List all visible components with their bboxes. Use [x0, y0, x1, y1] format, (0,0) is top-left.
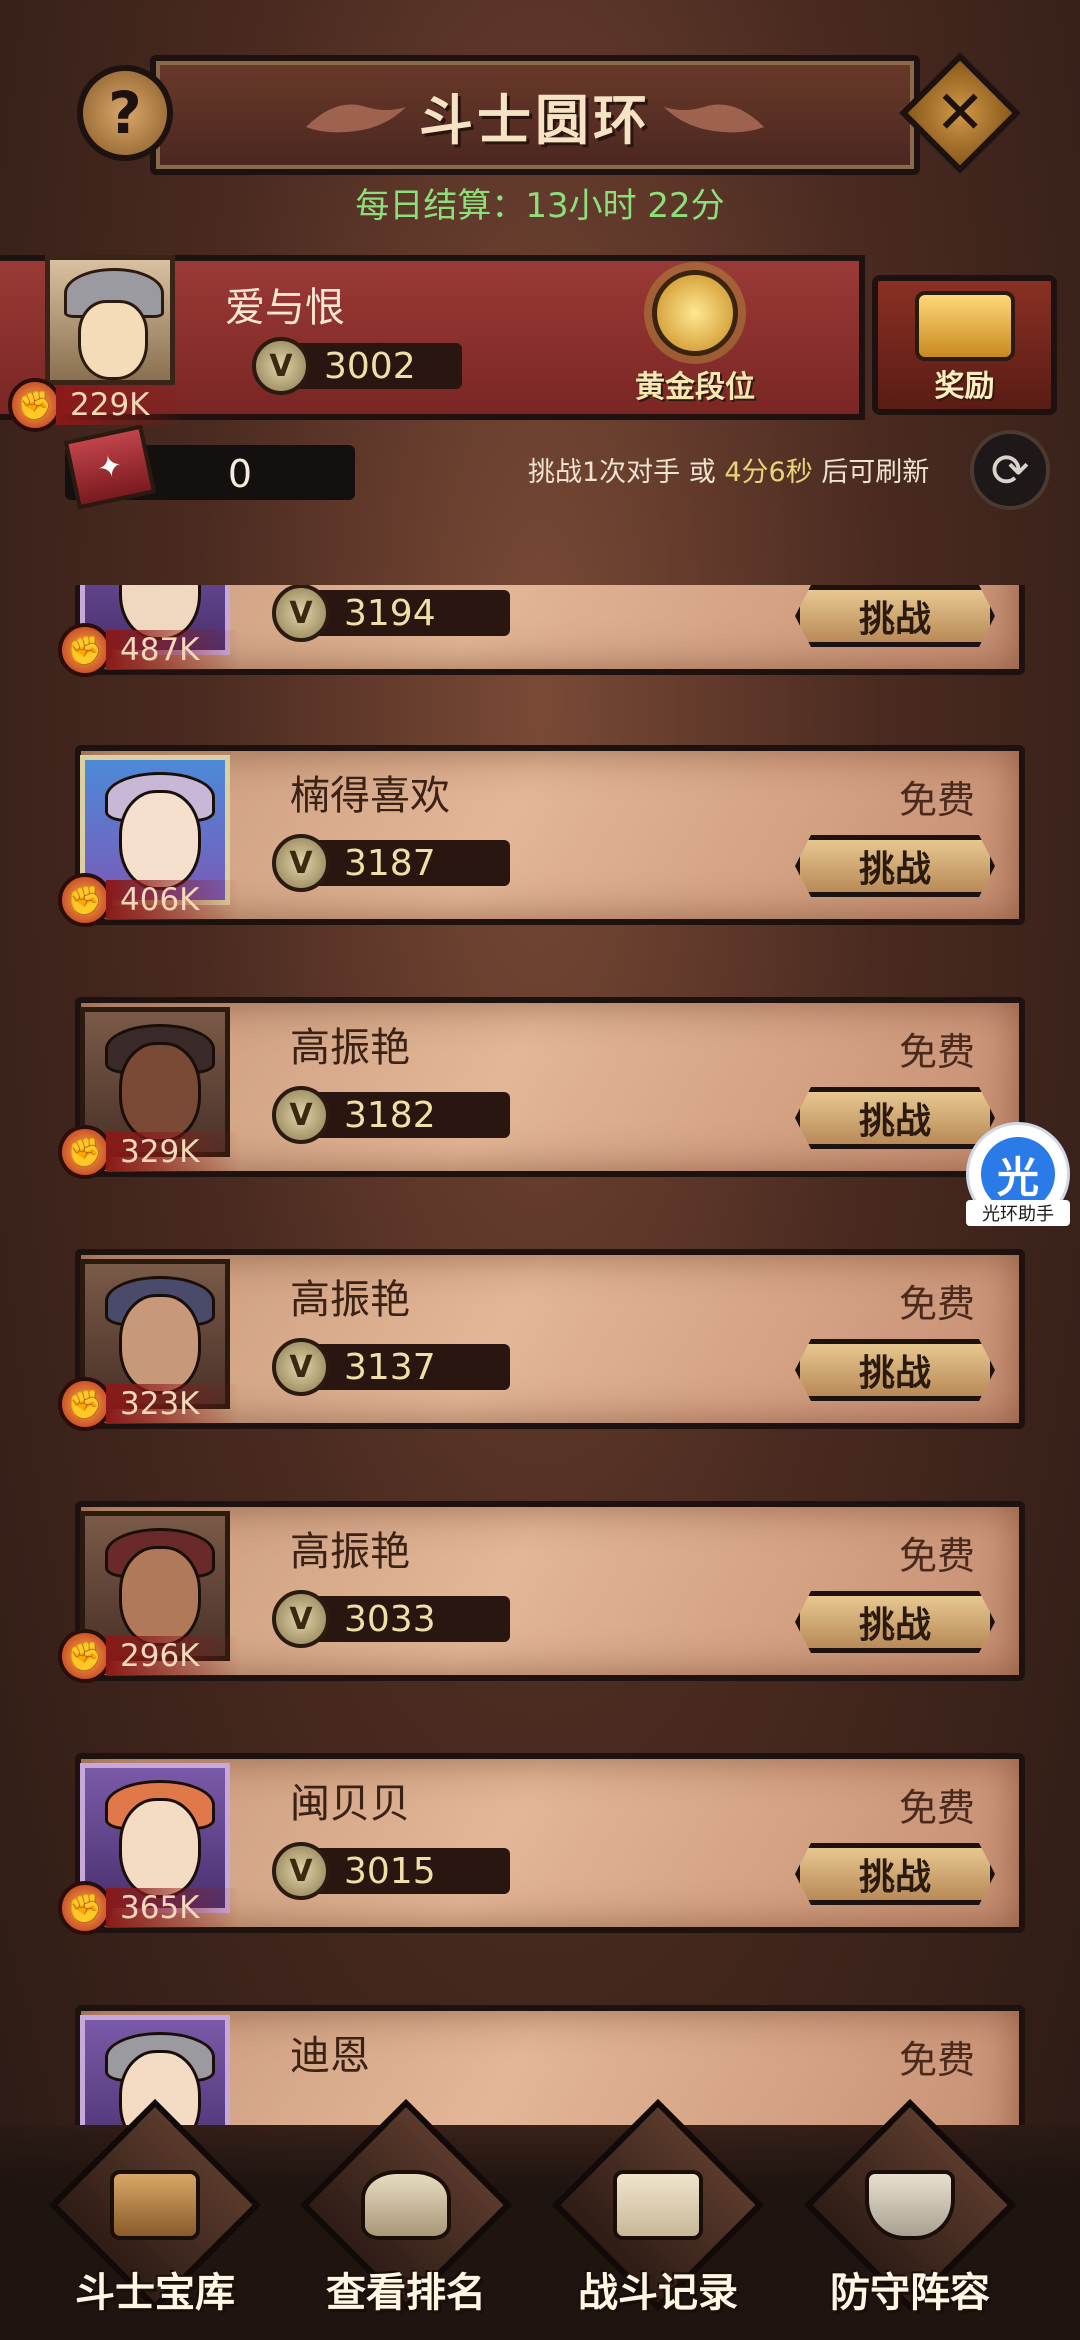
free-label: 免费 — [898, 1282, 975, 1326]
ticket-count: 0 — [227, 452, 253, 496]
nav-view-ranking[interactable]: 查看排名 — [296, 2098, 516, 2335]
nav-battle-record[interactable]: 战斗记录 — [548, 2098, 768, 2335]
refresh-info: 挑战1次对手 或 4分6秒 后可刷新 — [528, 457, 930, 488]
opponent-name: 楠得喜欢 — [290, 773, 450, 819]
opponent-name: 迪恩 — [290, 2033, 370, 2079]
nav-label: 战斗记录 — [578, 2270, 738, 2316]
opponent-power-badge: ✊ 406K — [58, 873, 240, 927]
opponent-name: 闽贝贝 — [290, 1781, 410, 1827]
player-power: 229K — [56, 385, 190, 425]
fist-icon: ✊ — [58, 623, 112, 677]
opponent-row: 高振艳 免费 V 3182 挑战 ✊ 329K — [50, 987, 1035, 1187]
trophy-icon — [361, 2170, 451, 2240]
fist-icon: ✊ — [58, 1377, 112, 1431]
free-label: 免费 — [898, 778, 975, 822]
opponent-score: V 3182 — [272, 1086, 510, 1144]
player-score-value: 3002 — [324, 345, 416, 387]
nav-defense-lineup[interactable]: 防守阵容 — [800, 2098, 1020, 2335]
player-power-badge: ✊ 229K — [8, 378, 190, 432]
fist-icon: ✊ — [58, 1629, 112, 1683]
title-bar: 斗士圆环 — [150, 55, 920, 175]
free-label: 免费 — [898, 1030, 975, 1074]
close-button[interactable]: ✕ — [899, 52, 1021, 174]
opponent-score: V 3187 — [272, 834, 510, 892]
rank-shield-icon: V — [272, 1842, 330, 1900]
opponent-list[interactable]: V 3194 挑战 ✊ 487K 楠得喜欢 免费 V 3187 挑战 ✊ 406K 高振… — [0, 585, 1080, 2125]
free-label: 免费 — [898, 1534, 975, 1578]
nav-label: 查看排名 — [326, 2270, 486, 2316]
reward-button[interactable]: 奖励 — [872, 275, 1057, 415]
helper-caption: 光环助手 — [966, 1200, 1070, 1226]
challenge-button[interactable]: 挑战 — [795, 1087, 995, 1149]
challenge-button[interactable]: 挑战 — [795, 835, 995, 897]
nav-label: 防守阵容 — [830, 2270, 990, 2316]
question-icon: ? — [77, 65, 173, 161]
free-label: 免费 — [898, 2038, 975, 2082]
player-score: V 3002 — [252, 337, 462, 395]
opponent-name: 高振艳 — [290, 1025, 410, 1071]
opponent-row: 高振艳 免费 V 3033 挑战 ✊ 296K — [50, 1491, 1035, 1691]
rank-shield-icon: V — [272, 1590, 330, 1648]
gold-rank-badge[interactable]: 黄金段位 — [620, 270, 770, 405]
treasure-chest-icon — [110, 2170, 200, 2240]
fist-icon: ✊ — [8, 378, 62, 432]
daily-settle-timer: 每日结算：13小时 22分 — [355, 186, 725, 226]
refresh-icon: ⟳ — [990, 443, 1030, 497]
fist-icon: ✊ — [58, 873, 112, 927]
gold-rank-label: 黄金段位 — [635, 370, 755, 405]
opponent-row: 闽贝贝 免费 V 3015 挑战 ✊ 365K — [50, 1743, 1035, 1943]
shield-icon — [865, 2170, 955, 2240]
opponent-power-badge: ✊ 323K — [58, 1377, 240, 1431]
rank-shield-icon: V — [252, 337, 310, 395]
opponent-name: 高振艳 — [290, 1277, 410, 1323]
nav-fighter-vault[interactable]: 斗士宝库 — [45, 2098, 265, 2335]
challenge-button[interactable]: 挑战 — [795, 585, 995, 647]
free-label: 免费 — [898, 1786, 975, 1830]
treasure-chest-icon — [914, 291, 1015, 361]
refresh-button[interactable]: ⟳ — [970, 430, 1050, 510]
wing-ornament-icon — [664, 104, 764, 133]
player-avatar[interactable] — [45, 255, 175, 385]
opponent-power-badge: ✊ 487K — [58, 623, 240, 677]
opponent-power-badge: ✊ 296K — [58, 1629, 240, 1683]
opponent-power-badge: ✊ 329K — [58, 1125, 240, 1179]
gold-rank-emblem-icon — [652, 270, 738, 356]
challenge-button[interactable]: 挑战 — [795, 1591, 995, 1653]
rank-shield-icon: V — [272, 585, 330, 642]
challenge-button[interactable]: 挑战 — [795, 1843, 995, 1905]
scroll-icon — [613, 2170, 703, 2240]
opponent-row: 楠得喜欢 免费 V 3187 挑战 ✊ 406K — [50, 735, 1035, 935]
opponent-power-badge: ✊ 365K — [58, 1881, 240, 1935]
challenge-button[interactable]: 挑战 — [795, 1339, 995, 1401]
opponent-row: V 3194 挑战 ✊ 487K — [50, 585, 1035, 685]
page-title: 斗士圆环 — [419, 88, 651, 152]
opponent-score: V 3033 — [272, 1590, 510, 1648]
close-icon: ✕ — [934, 78, 986, 148]
help-button[interactable]: ? — [70, 58, 180, 168]
rank-shield-icon: V — [272, 834, 330, 892]
rank-shield-icon: V — [272, 1086, 330, 1144]
opponent-score: V 3015 — [272, 1842, 510, 1900]
player-name: 爱与恨 — [225, 285, 345, 331]
refresh-countdown: 4分6秒 — [724, 457, 813, 488]
wing-ornament-icon — [306, 104, 406, 133]
rank-shield-icon: V — [272, 1338, 330, 1396]
opponent-row: 迪恩 免费 — [50, 1995, 1035, 2125]
reward-label: 奖励 — [934, 369, 995, 404]
opponent-score: V 3137 — [272, 1338, 510, 1396]
opponent-row: 高振艳 免费 V 3137 挑战 ✊ 323K — [50, 1239, 1035, 1439]
opponent-name: 高振艳 — [290, 1529, 410, 1575]
halo-helper-button[interactable]: 光 光环助手 — [966, 1122, 1076, 1242]
opponent-score: V 3194 — [272, 585, 510, 642]
fist-icon: ✊ — [58, 1125, 112, 1179]
fist-icon: ✊ — [58, 1881, 112, 1935]
nav-label: 斗士宝库 — [75, 2270, 235, 2316]
